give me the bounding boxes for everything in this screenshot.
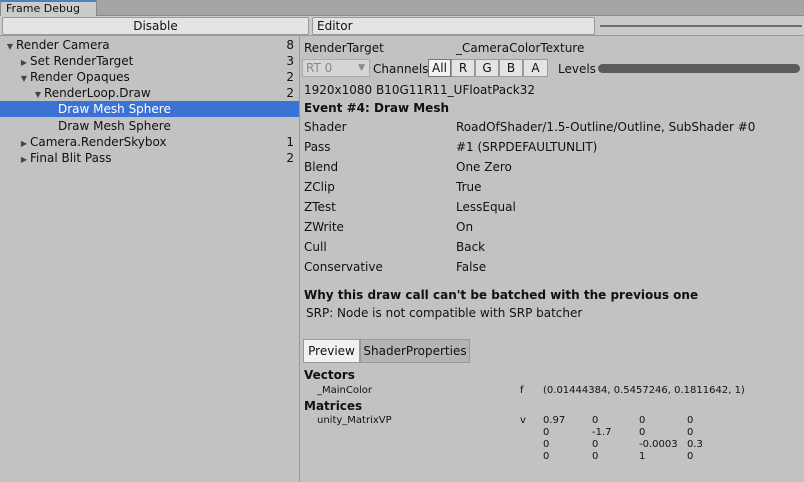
matrix-cell: 0 <box>687 451 694 462</box>
prop-value: LessEqual <box>456 200 516 214</box>
matrix-cell: 0 <box>543 439 550 450</box>
prop-key: Conservative <box>304 260 383 274</box>
levels-label: Levels <box>558 62 596 76</box>
draw-call-count: 2 <box>286 70 294 84</box>
render-target-label: RenderTarget <box>304 41 384 55</box>
prop-value: False <box>456 260 487 274</box>
chevron-down-icon: ▼ <box>358 63 365 73</box>
matrix-cell: -0.0003 <box>639 439 678 450</box>
matrices-heading: Matrices <box>304 399 363 413</box>
frame-debug-tab[interactable]: Frame Debug <box>0 0 97 17</box>
batch-break-reason: SRP: Node is not compatible with SRP bat… <box>306 306 583 320</box>
tree-item-label: Draw Mesh Sphere <box>58 102 171 116</box>
channels-label: Channels <box>373 62 429 76</box>
tree-item-label: Render Opaques <box>30 70 130 84</box>
vector-type: f <box>520 385 524 396</box>
tree-item-label: Camera.RenderSkybox <box>30 135 167 149</box>
draw-call-count: 8 <box>286 38 294 52</box>
tree-item-camera-renderskybox[interactable]: ▶ Camera.RenderSkybox 1 <box>0 134 299 150</box>
prop-key: ZClip <box>304 180 335 194</box>
matrix-name: unity_MatrixVP <box>317 415 392 426</box>
channel-g-button[interactable]: G <box>475 59 499 77</box>
prop-value: #1 (SRPDEFAULTUNLIT) <box>456 140 598 154</box>
matrix-type: v <box>520 415 526 426</box>
prop-value: RoadOfShader/1.5-Outline/Outline, SubSha… <box>456 120 756 134</box>
matrix-cell: 0 <box>543 427 550 438</box>
rt-select-value: RT 0 <box>306 61 333 75</box>
tab-shader-properties[interactable]: ShaderProperties <box>360 339 470 363</box>
draw-call-count: 2 <box>286 86 294 100</box>
matrix-cell: -1.7 <box>592 427 612 438</box>
prop-key: Shader <box>304 120 347 134</box>
vectors-heading: Vectors <box>304 368 355 382</box>
draw-call-count: 2 <box>286 151 294 165</box>
vector-name: _MainColor <box>317 385 372 396</box>
prop-key: Blend <box>304 160 339 174</box>
matrix-cell: 0 <box>639 427 646 438</box>
prop-value: Back <box>456 240 486 254</box>
tree-item-render-opaques[interactable]: ▼ Render Opaques 2 <box>0 69 299 85</box>
render-target-value: _CameraColorTexture <box>456 41 585 55</box>
channel-r-button[interactable]: R <box>451 59 475 77</box>
prop-key: Pass <box>304 140 331 154</box>
matrix-cell: 1 <box>639 451 646 462</box>
tree-item-final-blit-pass[interactable]: ▶ Final Blit Pass 2 <box>0 150 299 166</box>
prop-value: On <box>456 220 474 234</box>
matrix-cell: 0 <box>687 427 694 438</box>
matrix-cell: 0 <box>687 415 694 426</box>
tree-item-label: Render Camera <box>16 38 110 52</box>
vector-value: (0.01444384, 0.5457246, 0.1811642, 1) <box>543 385 745 396</box>
disable-button[interactable]: Disable <box>2 17 309 35</box>
channel-b-button[interactable]: B <box>499 59 523 77</box>
collapsed-triangle-icon[interactable]: ▶ <box>18 152 30 168</box>
tree-item-draw-mesh-sphere[interactable]: Draw Mesh Sphere <box>0 118 299 134</box>
render-target-dropdown[interactable]: RT 0 ▼ <box>302 59 370 77</box>
event-tree: ▼ Render Camera 8 ▶ Set RenderTarget 3 ▼ Re… <box>0 36 300 482</box>
tree-item-label: RenderLoop.Draw <box>44 86 151 100</box>
matrix-cell: 0 <box>639 415 646 426</box>
prop-key: ZTest <box>304 200 336 214</box>
tree-item-draw-mesh-sphere-selected[interactable]: Draw Mesh Sphere <box>0 101 299 117</box>
target-dropdown[interactable]: Editor <box>312 17 595 35</box>
window-tab-bar <box>0 0 804 16</box>
prop-value: True <box>456 180 482 194</box>
tree-item-label: Draw Mesh Sphere <box>58 119 171 133</box>
prop-key: ZWrite <box>304 220 344 234</box>
channel-all-button[interactable]: All <box>428 59 451 77</box>
prop-value: One Zero <box>456 160 512 174</box>
matrix-cell: 0 <box>592 451 599 462</box>
resolution-format: 1920x1080 B10G11R11_UFloatPack32 <box>304 83 535 97</box>
draw-call-count: 3 <box>286 54 294 68</box>
tree-item-render-camera[interactable]: ▼ Render Camera 8 <box>0 37 299 53</box>
draw-call-count: 1 <box>286 135 294 149</box>
event-title: Event #4: Draw Mesh <box>304 101 450 115</box>
matrix-cell: 0 <box>592 415 599 426</box>
levels-range-slider[interactable] <box>598 64 800 73</box>
matrix-cell: 0.3 <box>687 439 703 450</box>
tree-item-label: Final Blit Pass <box>30 151 112 165</box>
batch-break-title: Why this draw call can't be batched with… <box>304 288 699 302</box>
event-slider[interactable] <box>600 25 802 27</box>
matrix-cell: 0 <box>543 451 550 462</box>
tree-item-label: Set RenderTarget <box>30 54 134 68</box>
prop-key: Cull <box>304 240 327 254</box>
matrix-cell: 0 <box>592 439 599 450</box>
channel-a-button[interactable]: A <box>523 59 548 77</box>
matrix-cell: 0.97 <box>543 415 566 426</box>
tree-item-set-rendertarget[interactable]: ▶ Set RenderTarget 3 <box>0 53 299 69</box>
tab-preview[interactable]: Preview <box>303 339 360 363</box>
tree-item-renderloop-draw[interactable]: ▼ RenderLoop.Draw 2 <box>0 85 299 101</box>
